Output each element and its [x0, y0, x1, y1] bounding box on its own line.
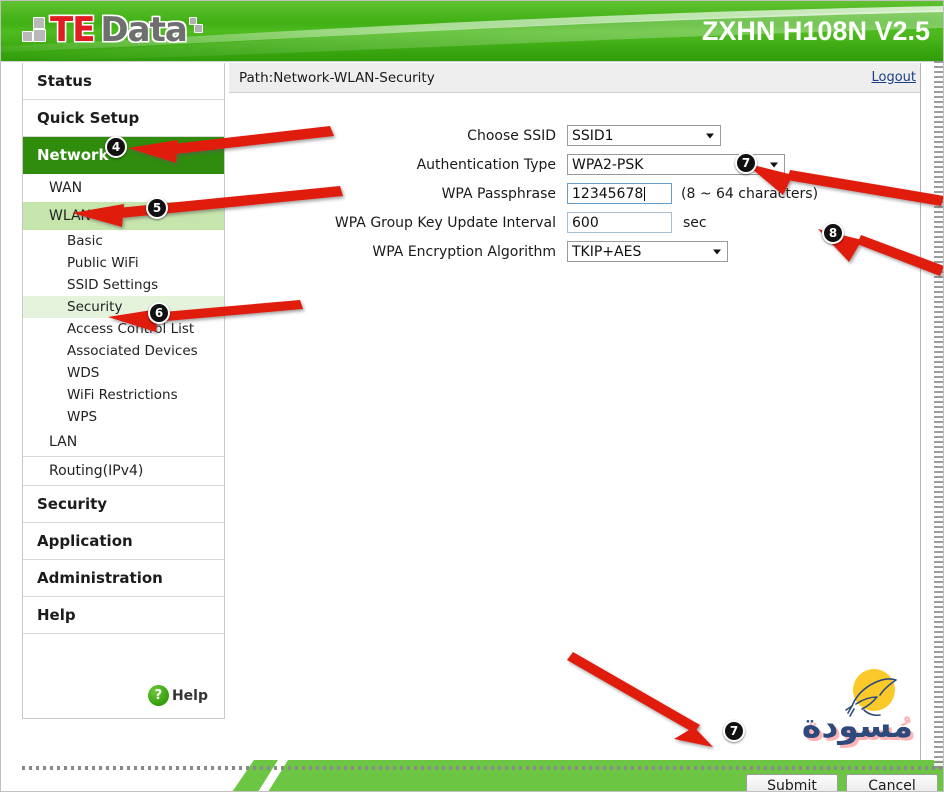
wpa-passphrase-value: 12345678 — [572, 185, 644, 202]
breadcrumb-bar: Path:Network-WLAN-Security Logout — [229, 63, 920, 93]
page-footer: Submit Cancel — [0, 756, 944, 792]
chevron-down-icon — [713, 249, 721, 254]
group-key-interval-input[interactable]: 600 — [567, 212, 672, 233]
sidebar-footer: ? Help — [23, 634, 224, 718]
sidebar-item-security[interactable]: Security — [23, 486, 224, 523]
row-encryption-algorithm: WPA Encryption Algorithm TKIP+AES — [229, 241, 920, 262]
help-button[interactable]: ? Help — [147, 685, 208, 706]
sidebar-item-wifi-restrictions[interactable]: WiFi Restrictions — [23, 384, 224, 406]
authentication-type-value: WPA2-PSK — [572, 156, 644, 173]
group-key-interval-unit: sec — [683, 214, 707, 231]
wpa-passphrase-hint: (8 ~ 64 characters) — [681, 185, 819, 202]
choose-ssid-select[interactable]: SSID1 — [567, 125, 721, 146]
sidebar-item-network[interactable]: Network — [23, 137, 224, 174]
logout-link[interactable]: Logout — [871, 70, 916, 85]
question-mark-icon: ? — [147, 685, 169, 706]
row-wpa-passphrase: WPA Passphrase 12345678 (8 ~ 64 characte… — [229, 183, 920, 204]
help-button-label: Help — [171, 687, 208, 704]
sidebar-item-wan[interactable]: WAN — [23, 174, 224, 202]
sidebar-item-security-wlan[interactable]: Security — [23, 296, 224, 318]
group-key-interval-label: WPA Group Key Update Interval — [334, 214, 556, 231]
page-content: Status Quick Setup Network WAN WLAN Basi… — [0, 61, 944, 792]
sidebar-item-status[interactable]: Status — [23, 63, 224, 100]
logo-squares-icon — [22, 16, 49, 44]
chevron-down-icon — [706, 133, 714, 138]
logo-data-text: Data — [100, 10, 187, 50]
sidebar-item-wds[interactable]: WDS — [23, 362, 224, 384]
main-panel: Path:Network-WLAN-Security Logout Choose… — [229, 63, 921, 763]
encryption-algorithm-value: TKIP+AES — [572, 243, 642, 260]
wpa-passphrase-input[interactable]: 12345678 — [567, 183, 672, 204]
group-key-interval-value: 600 — [572, 214, 599, 231]
encryption-algorithm-select[interactable]: TKIP+AES — [567, 241, 728, 262]
sidebar-item-basic[interactable]: Basic — [23, 230, 224, 252]
scrollbar-edge-artifact — [934, 61, 944, 768]
sidebar-nav: Status Quick Setup Network WAN WLAN Basi… — [22, 63, 225, 719]
sidebar-item-associated-devices[interactable]: Associated Devices — [23, 340, 224, 362]
device-model-label: ZXHN H108N V2.5 — [701, 16, 930, 46]
cancel-button[interactable]: Cancel — [846, 774, 938, 792]
sidebar-item-lan[interactable]: LAN — [23, 428, 224, 457]
encryption-algorithm-label: WPA Encryption Algorithm — [372, 243, 556, 260]
sidebar-item-ssid-settings[interactable]: SSID Settings — [23, 274, 224, 296]
choose-ssid-label: Choose SSID — [467, 127, 556, 144]
sidebar-item-wps[interactable]: WPS — [23, 406, 224, 428]
page-header: TE Data ZXHN H108N V2.5 — [0, 0, 944, 62]
sidebar-item-application[interactable]: Application — [23, 523, 224, 560]
te-data-logo: TE Data — [22, 10, 204, 50]
bottom-edge-artifact — [22, 766, 944, 770]
wlan-security-form: Choose SSID SSID1 Authentication Type WP… — [229, 93, 920, 262]
wpa-passphrase-label: WPA Passphrase — [441, 185, 556, 202]
choose-ssid-value: SSID1 — [572, 127, 614, 144]
sidebar-item-access-control-list[interactable]: Access Control List — [23, 318, 224, 340]
row-group-key-interval: WPA Group Key Update Interval 600 sec — [229, 212, 920, 233]
row-authentication-type: Authentication Type WPA2-PSK — [229, 154, 920, 175]
sidebar-item-administration[interactable]: Administration — [23, 560, 224, 597]
sidebar-item-public-wifi[interactable]: Public WiFi — [23, 252, 224, 274]
text-cursor — [644, 186, 646, 201]
chevron-down-icon — [770, 162, 778, 167]
sidebar-item-routing-ipv4[interactable]: Routing(IPv4) — [23, 457, 224, 486]
form-action-buttons: Submit Cancel — [746, 774, 938, 792]
logo-te-text: TE — [50, 10, 95, 50]
authentication-type-label: Authentication Type — [416, 156, 556, 173]
submit-button[interactable]: Submit — [746, 774, 838, 792]
row-choose-ssid: Choose SSID SSID1 — [229, 125, 920, 146]
sidebar-item-wlan[interactable]: WLAN — [23, 202, 224, 230]
sidebar-item-help[interactable]: Help — [23, 597, 224, 634]
router-admin-page: TE Data ZXHN H108N V2.5 Status Quick Set… — [0, 0, 944, 792]
sidebar-item-quick-setup[interactable]: Quick Setup — [23, 100, 224, 137]
breadcrumb: Path:Network-WLAN-Security — [239, 69, 435, 86]
authentication-type-select[interactable]: WPA2-PSK — [567, 154, 785, 175]
logo-dots-icon — [188, 15, 204, 45]
